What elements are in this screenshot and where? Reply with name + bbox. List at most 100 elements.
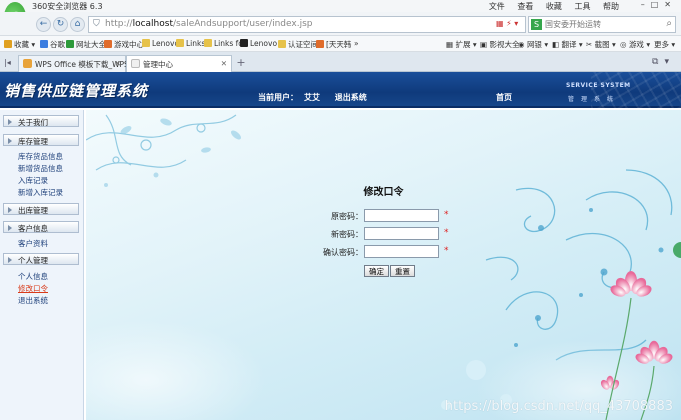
sidebar-section-outbound[interactable]: 出库管理 (3, 203, 79, 215)
search-box[interactable]: S 国安委开始运转 ⌕ (528, 16, 676, 33)
system-title: 销售供应链管理系统 (4, 82, 149, 100)
menu-tools[interactable]: 工具 (574, 2, 590, 11)
toolbar-label: 扩展 (455, 40, 471, 49)
page-icon (131, 59, 140, 68)
site-icon (66, 40, 74, 48)
tab-close-icon[interactable]: ✕ (115, 59, 121, 68)
menu-help[interactable]: 帮助 (603, 2, 619, 11)
required-mark: * (444, 228, 449, 238)
folder-icon (142, 39, 150, 47)
minimize-icon[interactable]: – (641, 0, 651, 9)
tab-tools[interactable]: ⧉▾ (652, 57, 675, 67)
sidebar-item-add-stock-in[interactable]: 新增入库记录 (18, 187, 63, 198)
url-host: localhost (132, 19, 173, 29)
sidebar-item-personal-info[interactable]: 个人信息 (18, 271, 48, 282)
sidebar-section-about[interactable]: 关于我们 (3, 115, 79, 127)
page-tools-icons[interactable]: ▦ ⚡ ▾ (496, 19, 518, 28)
toolbar-label: 影视大全 (489, 40, 520, 49)
reset-button[interactable]: 重置 (390, 265, 415, 277)
tab-wps-office[interactable]: WPS Office 模板下载_WPS C ✕ (18, 55, 136, 72)
toolbar-extensions[interactable]: ▦ 扩展 ▾ (446, 39, 477, 50)
toolbar-translate[interactable]: ◧ 翻译 ▾ (552, 39, 583, 50)
web-page: 销售供应链管理系统 当前用户： 艾艾 退出系统 首页 SERVICE SYSTEM… (0, 72, 681, 420)
bookmark-game-center[interactable]: 游戏中心 (104, 39, 144, 50)
main-content: 修改口令 原密码： * 新密码： * 确认密码： * 确定 重置 https:/… (86, 110, 681, 420)
window-controls: –□✕ (641, 0, 677, 9)
current-user-info: 当前用户： 艾艾 退出系统 (258, 92, 373, 103)
folder-icon (204, 39, 212, 47)
sidebar-item-add-goods[interactable]: 新增货品信息 (18, 163, 63, 174)
current-user-label: 当前用户： 艾艾 (258, 93, 326, 102)
menu-file[interactable]: 文件 (489, 2, 505, 11)
sidebar-item-change-password[interactable]: 修改口令 (18, 283, 48, 294)
swirl-decoration-top (86, 114, 237, 171)
bookmark-label: 收藏 (14, 40, 29, 49)
bookmark-label: Links (186, 39, 206, 48)
new-tab-icon[interactable]: + (235, 57, 247, 69)
service-system-label: SERVICE SYSTEM (566, 82, 631, 89)
sidebar-item-inventory-info[interactable]: 库存货品信息 (18, 151, 63, 162)
bookmark-label: 网址大全 (76, 40, 106, 49)
required-mark: * (444, 210, 449, 220)
rss-icon (316, 40, 324, 48)
back-icon[interactable]: ← (36, 17, 51, 32)
bookmark-links[interactable]: Links (176, 39, 205, 48)
confirm-button[interactable]: 确定 (364, 265, 389, 277)
home-icon[interactable]: ⌂ (70, 17, 85, 32)
sidebar-item-logout[interactable]: 退出系统 (18, 295, 48, 306)
menu-favorites[interactable]: 收藏 (546, 2, 562, 11)
sidebar-item-stock-in-records[interactable]: 入库记录 (18, 175, 48, 186)
search-engine-icon[interactable]: S (531, 19, 542, 30)
search-icon[interactable]: ⌕ (666, 18, 672, 29)
tab-strip: |◂ WPS Office 模板下载_WPS C ✕ 管理中心 ✕ + ⧉▾ (0, 52, 681, 72)
toolbar-games[interactable]: ◎ 游戏 ▾ (620, 39, 650, 50)
form-title: 修改口令 (363, 187, 404, 198)
folder-icon (176, 39, 184, 47)
google-icon (40, 40, 48, 48)
toolbar-label: 网银 (526, 40, 542, 49)
address-bar[interactable]: ⛉ http://localhost/saleAndsupport/user/i… (88, 16, 526, 33)
maximize-icon[interactable]: □ (651, 0, 665, 9)
bookmark-auth-space[interactable]: 认证空间 (278, 39, 318, 50)
bookmark-site-directory[interactable]: 网址大全 (66, 39, 106, 50)
menu-view[interactable]: 查看 (517, 2, 533, 11)
close-icon[interactable]: ✕ (664, 0, 677, 9)
toolbar-screenshot[interactable]: ✂ 截图 ▾ (586, 39, 616, 50)
tab-close-icon[interactable]: ✕ (221, 59, 227, 68)
sidebar-toggle-icon[interactable]: |◂ (4, 58, 11, 67)
lenovo-icon (240, 39, 248, 47)
bookmark-tiantian[interactable]: [天天韩 (316, 39, 351, 50)
bookmark-google[interactable]: 谷歌 (40, 39, 65, 50)
bookmark-favorites[interactable]: 收藏 ▾ (4, 39, 35, 50)
sidebar-item-customer-data[interactable]: 客户资料 (18, 238, 48, 249)
bookmark-lenovo[interactable]: Lenovo (142, 39, 179, 48)
new-password-label: 新密码： (331, 230, 363, 239)
refresh-icon[interactable]: ↻ (53, 17, 68, 32)
new-password-field[interactable] (364, 227, 439, 240)
bookmark-lenovo-2[interactable]: Lenovo (240, 39, 277, 48)
browser-app-title: 360安全浏览器 6.3 (32, 2, 103, 11)
sidebar-section-inventory[interactable]: 库存管理 (3, 134, 79, 146)
service-system-sub: 管理系统 (568, 96, 621, 103)
bookmark-links-fo[interactable]: Links fo (204, 39, 243, 48)
old-password-field[interactable] (364, 209, 439, 222)
tab-label: 管理中心 (143, 60, 173, 69)
bookmarks-more-icon[interactable]: » (354, 39, 359, 48)
sidebar-section-customers[interactable]: 客户信息 (3, 221, 79, 233)
toolbar-video[interactable]: ▣ 影视大全 (480, 39, 519, 50)
sidebar-section-personal[interactable]: 个人管理 (3, 253, 79, 265)
home-link[interactable]: 首页 (496, 92, 512, 103)
star-icon (278, 40, 286, 48)
watermark: https://blog.csdn.net/qq_43708883 (444, 399, 673, 414)
toolbar-label: 截图 (594, 40, 610, 49)
toolbar-more[interactable]: 更多 ▾ (654, 39, 675, 50)
logout-link[interactable]: 退出系统 (335, 93, 367, 102)
confirm-password-field[interactable] (364, 245, 439, 258)
bookmark-label: Lenovo (152, 39, 180, 48)
toolbar-bank[interactable]: ◉ 网银 ▾ (518, 39, 548, 50)
current-user-name: 艾艾 (304, 93, 320, 102)
browser-navbar: ← ↻ ⌂ ⛉ http://localhost/saleAndsupport/… (0, 12, 681, 36)
confirm-password-label: 确认密码： (323, 248, 363, 257)
url-path: /saleAndsupport/user/index.jsp (172, 19, 313, 29)
tab-admin-center[interactable]: 管理中心 ✕ (126, 55, 232, 72)
